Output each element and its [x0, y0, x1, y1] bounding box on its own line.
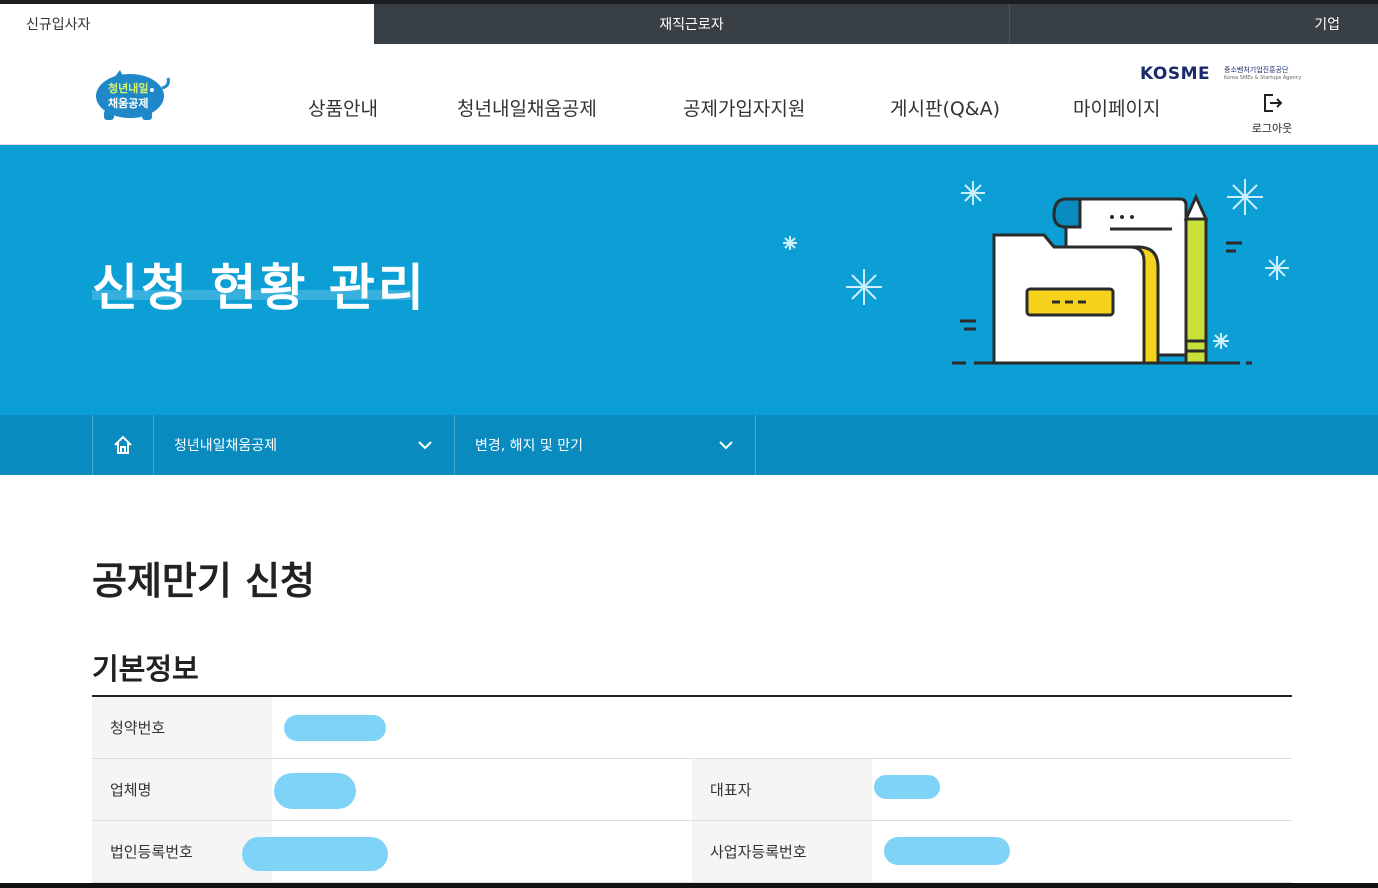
value-representative [872, 759, 1292, 820]
kosme-subtitle-en: Korea SMEs & Startups Agency [1224, 75, 1302, 81]
tab-current-employee[interactable]: 재직근로자 [374, 4, 1010, 44]
chevron-down-icon [418, 441, 432, 450]
nav-youth-savings[interactable]: 청년내일채움공제 [457, 94, 597, 121]
nav-product-info[interactable]: 상품안내 [308, 94, 378, 121]
label-biz-reg-no: 사업자등록번호 [692, 821, 872, 882]
value-company-name [272, 759, 692, 820]
nav-member-support[interactable]: 공제가입자지원 [683, 94, 805, 121]
chevron-down-icon [719, 441, 733, 450]
redacted-value [242, 837, 388, 871]
site-header: 청년내일 채움공제 상품안내 청년내일채움공제 공제가입자지원 게시판(Q&A)… [0, 44, 1378, 145]
breadcrumb-dropdown-level1[interactable]: 청년내일채움공제 [154, 415, 455, 475]
window-bottom-edge [0, 883, 1378, 888]
breadcrumb: 청년내일채움공제 변경, 해지 및 만기 [0, 415, 1378, 475]
nav-board-qa[interactable]: 게시판(Q&A) [890, 94, 1000, 121]
page-banner: 신청 현황 관리 [0, 145, 1378, 415]
site-logo[interactable]: 청년내일 채움공제 [90, 66, 174, 122]
redacted-value [284, 715, 386, 741]
value-biz-reg-no [872, 821, 1292, 882]
piggy-bank-logo-icon: 청년내일 채움공제 [96, 70, 170, 120]
kosme-subtitle: 중소벤처기업진흥공단 [1224, 66, 1289, 74]
value-contract-no [272, 697, 1292, 758]
table-row: 청약번호 [92, 697, 1292, 759]
kosme-brand: KOSME [1140, 64, 1211, 84]
logout-icon [1264, 94, 1283, 112]
document-folder-illustration-icon [783, 179, 1289, 365]
section-title-basic-info: 기본정보 [92, 652, 199, 686]
breadcrumb-home[interactable] [92, 415, 154, 475]
redacted-value [274, 773, 356, 809]
kosme-logo[interactable]: KOSME 중소벤처기업진흥공단 Korea SMEs & Startups A… [1140, 64, 1301, 84]
tab-new-employee[interactable]: 신규입사자 [0, 4, 374, 44]
logo-text-line2: 채움공제 [108, 96, 148, 110]
label-contract-no: 청약번호 [92, 697, 272, 758]
breadcrumb-level1-label: 청년내일채움공제 [174, 438, 278, 454]
redacted-value [884, 837, 1010, 865]
logout-label: 로그아웃 [1251, 122, 1293, 135]
label-representative: 대표자 [692, 759, 872, 820]
value-corp-reg-no [242, 821, 692, 882]
breadcrumb-level2-label: 변경, 해지 및 만기 [475, 438, 583, 454]
user-type-tabs: 신규입사자 재직근로자 기업 [0, 0, 1378, 44]
page-title: 공제만기 신청 [92, 559, 315, 603]
label-company-name: 업체명 [92, 759, 272, 820]
table-row: 업체명 대표자 [92, 759, 1292, 821]
nav-mypage[interactable]: 마이페이지 [1073, 94, 1160, 121]
tab-company[interactable]: 기업 [1010, 4, 1378, 44]
breadcrumb-dropdown-level2[interactable]: 변경, 해지 및 만기 [455, 415, 756, 475]
table-row: 법인등록번호 사업자등록번호 [92, 821, 1292, 883]
banner-title: 신청 현황 관리 [92, 259, 427, 317]
redacted-value [874, 775, 940, 799]
logo-text-line1: 청년내일 [108, 81, 148, 95]
logout-button[interactable]: 로그아웃 [1244, 92, 1300, 136]
home-icon [114, 435, 132, 454]
basic-info-table: 청약번호 업체명 대표자 법인등록번호 사업자등록번호 [92, 695, 1292, 883]
